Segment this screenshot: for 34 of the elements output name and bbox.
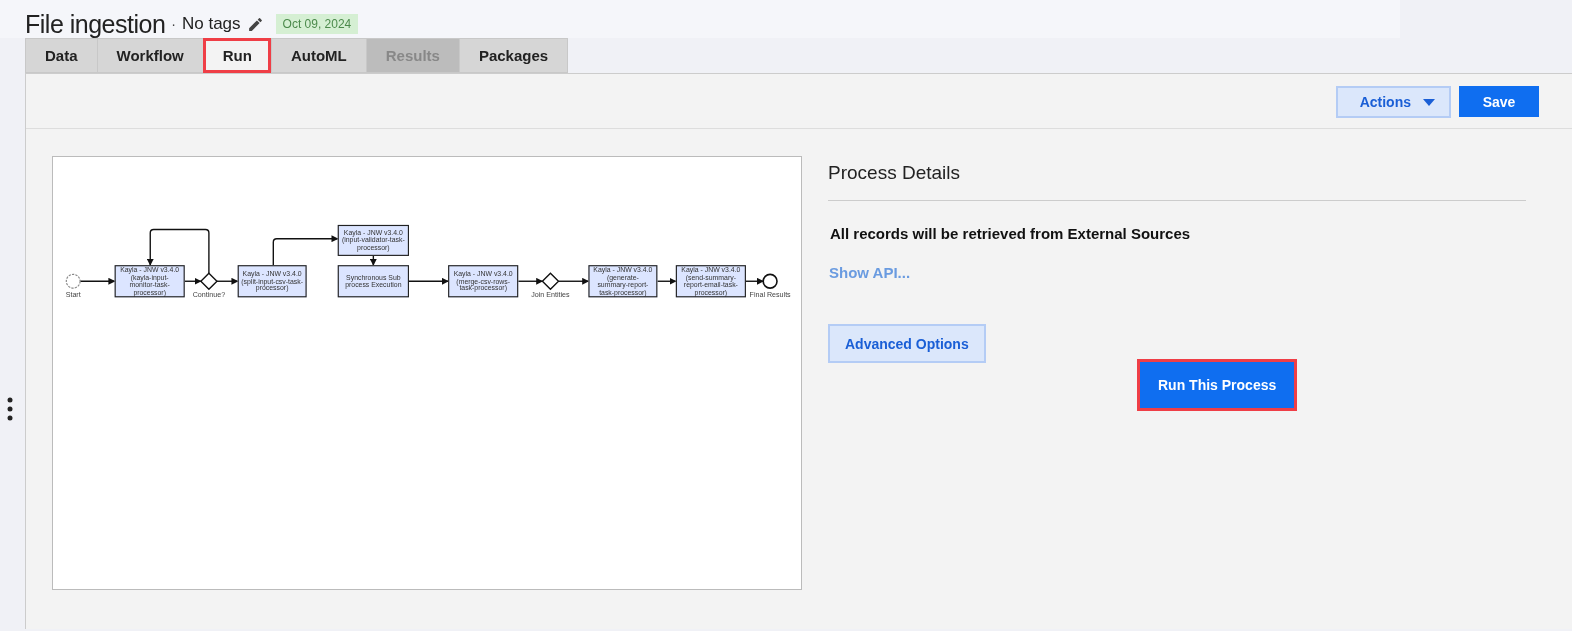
section-title: Process Details bbox=[828, 156, 1526, 201]
advanced-options-button[interactable]: Advanced Options bbox=[828, 324, 986, 363]
connector-arrow bbox=[216, 277, 239, 285]
connector-arrow bbox=[745, 277, 764, 285]
gateway-diamond bbox=[199, 272, 219, 291]
tab[interactable]: Packages bbox=[458, 38, 569, 73]
connector-arrow bbox=[557, 277, 590, 285]
actions-button[interactable]: Actions bbox=[1335, 86, 1451, 118]
connector-arrow bbox=[146, 228, 210, 274]
page-title: File ingestion bbox=[25, 9, 166, 39]
connector-arrow bbox=[184, 277, 202, 285]
gateway-diamond bbox=[541, 272, 560, 291]
start-event-circle bbox=[64, 272, 83, 291]
connector-arrow bbox=[517, 277, 544, 285]
more-icon[interactable] bbox=[7, 396, 13, 422]
tab[interactable]: Run bbox=[202, 38, 271, 73]
connector-arrow bbox=[79, 277, 116, 285]
connector-arrow bbox=[656, 277, 677, 285]
connector-arrow bbox=[272, 235, 339, 266]
save-button[interactable]: Save bbox=[1459, 86, 1539, 117]
pencil-icon[interactable] bbox=[246, 15, 264, 33]
tab[interactable]: Data bbox=[25, 38, 97, 73]
date-badge: Oct 09, 2024 bbox=[275, 14, 359, 34]
tab[interactable]: Workflow bbox=[96, 38, 203, 73]
tags-label: No tags bbox=[182, 14, 241, 34]
separator-dot: · bbox=[171, 16, 176, 32]
connector-arrow bbox=[369, 255, 377, 266]
connector-arrow bbox=[408, 277, 449, 285]
show-api-link[interactable]: Show API... bbox=[829, 264, 911, 281]
caret-icon bbox=[1423, 98, 1435, 106]
run-process-button[interactable]: Run This Process bbox=[1140, 362, 1295, 408]
end-event-circle bbox=[760, 272, 780, 291]
tab[interactable]: AutoML bbox=[270, 38, 366, 73]
info-text: All records will be retrieved from External Sources bbox=[830, 225, 1192, 242]
